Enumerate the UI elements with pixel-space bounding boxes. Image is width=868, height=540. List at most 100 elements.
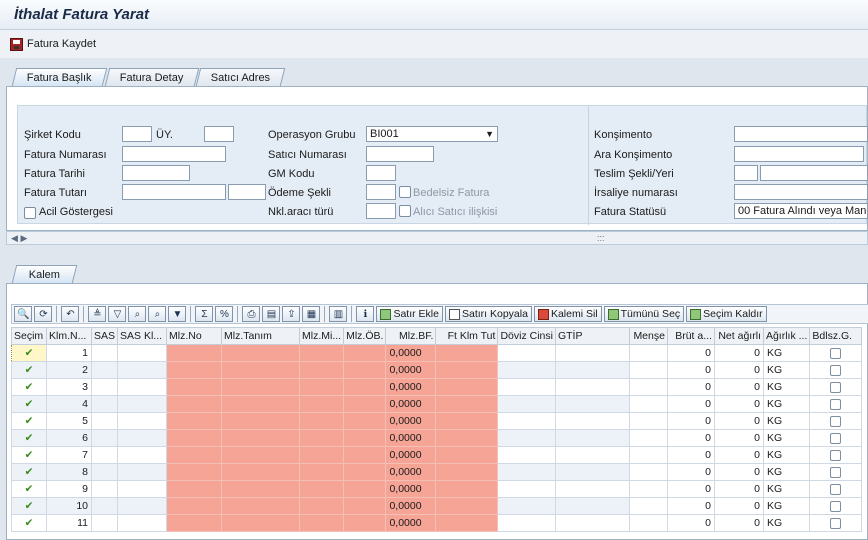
material-qty-cell[interactable] — [299, 497, 345, 515]
layout-icon[interactable]: ▥ — [329, 306, 348, 322]
material-price-cell[interactable]: 0,0000 — [385, 480, 437, 498]
material-price-cell[interactable]: 0,0000 — [385, 429, 437, 447]
column-header[interactable]: Ft Klm Tut — [435, 327, 499, 345]
gross-weight-cell[interactable]: 0 — [666, 412, 715, 430]
ara-konsimento-field[interactable] — [734, 146, 864, 162]
material-no-cell[interactable] — [166, 514, 223, 532]
alici-satici-checkbox[interactable] — [399, 205, 411, 217]
weight-unit-cell[interactable]: KG — [762, 463, 811, 481]
column-header[interactable]: Mlz.BF. — [385, 327, 437, 345]
material-desc-cell[interactable] — [221, 344, 301, 362]
origin-cell[interactable] — [628, 463, 668, 481]
column-header[interactable]: Ağırlık ... — [762, 327, 811, 345]
material-qty-cell[interactable] — [299, 429, 345, 447]
grid-icon[interactable]: ▦ — [302, 306, 321, 322]
free-of-charge-checkbox[interactable] — [830, 432, 842, 444]
column-header[interactable]: Brüt a... — [666, 327, 715, 345]
tab-satici-adres[interactable]: Satıcı Adres — [196, 68, 286, 86]
item-number-cell[interactable]: 8 — [46, 463, 92, 481]
gross-weight-cell[interactable]: 0 — [666, 497, 715, 515]
weight-unit-cell[interactable]: KG — [762, 395, 811, 413]
sirket-kodu-field[interactable] — [122, 126, 152, 142]
free-of-charge-checkbox[interactable] — [830, 483, 842, 495]
bedelsiz-checkbox[interactable] — [399, 186, 411, 198]
item-amount-cell[interactable] — [435, 429, 499, 447]
material-desc-cell[interactable] — [221, 463, 301, 481]
scroll-left-icon[interactable]: ◀ — [11, 233, 18, 243]
material-price-cell[interactable]: 0,0000 — [385, 446, 437, 464]
nkl-araci-field[interactable] — [366, 203, 396, 219]
gross-weight-cell[interactable]: 0 — [666, 395, 715, 413]
item-number-cell[interactable]: 6 — [46, 429, 92, 447]
column-header[interactable]: Seçim — [11, 327, 47, 345]
material-desc-cell[interactable] — [221, 514, 301, 532]
find-icon[interactable]: ⌕ — [128, 306, 147, 322]
save-invoice-button[interactable]: Fatura Kaydet — [27, 38, 96, 50]
sas-cell[interactable] — [90, 378, 119, 396]
column-header[interactable]: Menşe — [628, 327, 668, 345]
material-no-cell[interactable] — [166, 446, 223, 464]
item-amount-cell[interactable] — [435, 395, 499, 413]
weight-unit-cell[interactable]: KG — [762, 497, 811, 515]
origin-cell[interactable] — [628, 446, 668, 464]
free-of-charge-checkbox[interactable] — [830, 398, 842, 410]
material-price-cell[interactable]: 0,0000 — [385, 412, 437, 430]
currency-cell[interactable] — [497, 361, 556, 379]
item-number-cell[interactable]: 4 — [46, 395, 92, 413]
gtip-cell[interactable] — [554, 361, 630, 379]
selection-check-icon[interactable]: ✔ — [11, 378, 47, 396]
gtip-cell[interactable] — [554, 514, 630, 532]
weight-unit-cell[interactable]: KG — [762, 344, 811, 362]
info-icon[interactable]: ℹ — [356, 306, 375, 322]
select-all-button[interactable]: Tümünü Seç — [603, 306, 685, 322]
currency-cell[interactable] — [497, 446, 556, 464]
item-number-cell[interactable]: 11 — [46, 514, 92, 532]
delete-item-button[interactable]: Kalemi Sil — [533, 306, 602, 322]
material-unit-cell[interactable] — [343, 395, 387, 413]
sas-cell[interactable] — [90, 344, 119, 362]
gtip-cell[interactable] — [554, 497, 630, 515]
scroll-right-icon[interactable]: ▶ — [20, 233, 27, 243]
net-weight-cell[interactable]: 0 — [713, 514, 764, 532]
selection-check-icon[interactable]: ✔ — [11, 344, 47, 362]
origin-cell[interactable] — [628, 480, 668, 498]
subtotal-icon[interactable]: % — [215, 306, 234, 322]
undo-icon[interactable]: ↶ — [61, 306, 80, 322]
free-of-charge-checkbox[interactable] — [830, 347, 842, 359]
net-weight-cell[interactable]: 0 — [713, 429, 764, 447]
tab-fatura-baslik[interactable]: Fatura Başlık — [11, 68, 108, 86]
gm-kodu-field[interactable] — [366, 165, 396, 181]
scroll-grip[interactable]: ::: — [597, 232, 605, 244]
material-desc-cell[interactable] — [221, 395, 301, 413]
gtip-cell[interactable] — [554, 446, 630, 464]
selection-check-icon[interactable]: ✔ — [11, 480, 47, 498]
sas-kalem-cell[interactable] — [117, 497, 168, 515]
gross-weight-cell[interactable]: 0 — [666, 514, 715, 532]
material-no-cell[interactable] — [166, 361, 223, 379]
uy-field[interactable] — [204, 126, 234, 142]
item-number-cell[interactable]: 3 — [46, 378, 92, 396]
origin-cell[interactable] — [628, 514, 668, 532]
tab-kalem[interactable]: Kalem — [11, 265, 78, 283]
material-qty-cell[interactable] — [299, 395, 345, 413]
net-weight-cell[interactable]: 0 — [713, 480, 764, 498]
item-amount-cell[interactable] — [435, 497, 499, 515]
filter-dropdown-icon[interactable]: ▼ — [168, 306, 187, 322]
material-unit-cell[interactable] — [343, 446, 387, 464]
material-price-cell[interactable]: 0,0000 — [385, 395, 437, 413]
selection-check-icon[interactable]: ✔ — [11, 429, 47, 447]
gtip-cell[interactable] — [554, 395, 630, 413]
fatura-statusu-field[interactable]: 00 Fatura Alındı veya Manuel — [734, 203, 868, 219]
net-weight-cell[interactable]: 0 — [713, 361, 764, 379]
net-weight-cell[interactable]: 0 — [713, 344, 764, 362]
tab-fatura-detay[interactable]: Fatura Detay — [104, 68, 199, 86]
gtip-cell[interactable] — [554, 480, 630, 498]
teslim-yeri-field[interactable] — [760, 165, 868, 181]
weight-unit-cell[interactable]: KG — [762, 361, 811, 379]
sas-cell[interactable] — [90, 429, 119, 447]
sas-cell[interactable] — [90, 361, 119, 379]
material-no-cell[interactable] — [166, 395, 223, 413]
material-price-cell[interactable]: 0,0000 — [385, 344, 437, 362]
sas-kalem-cell[interactable] — [117, 378, 168, 396]
gtip-cell[interactable] — [554, 412, 630, 430]
